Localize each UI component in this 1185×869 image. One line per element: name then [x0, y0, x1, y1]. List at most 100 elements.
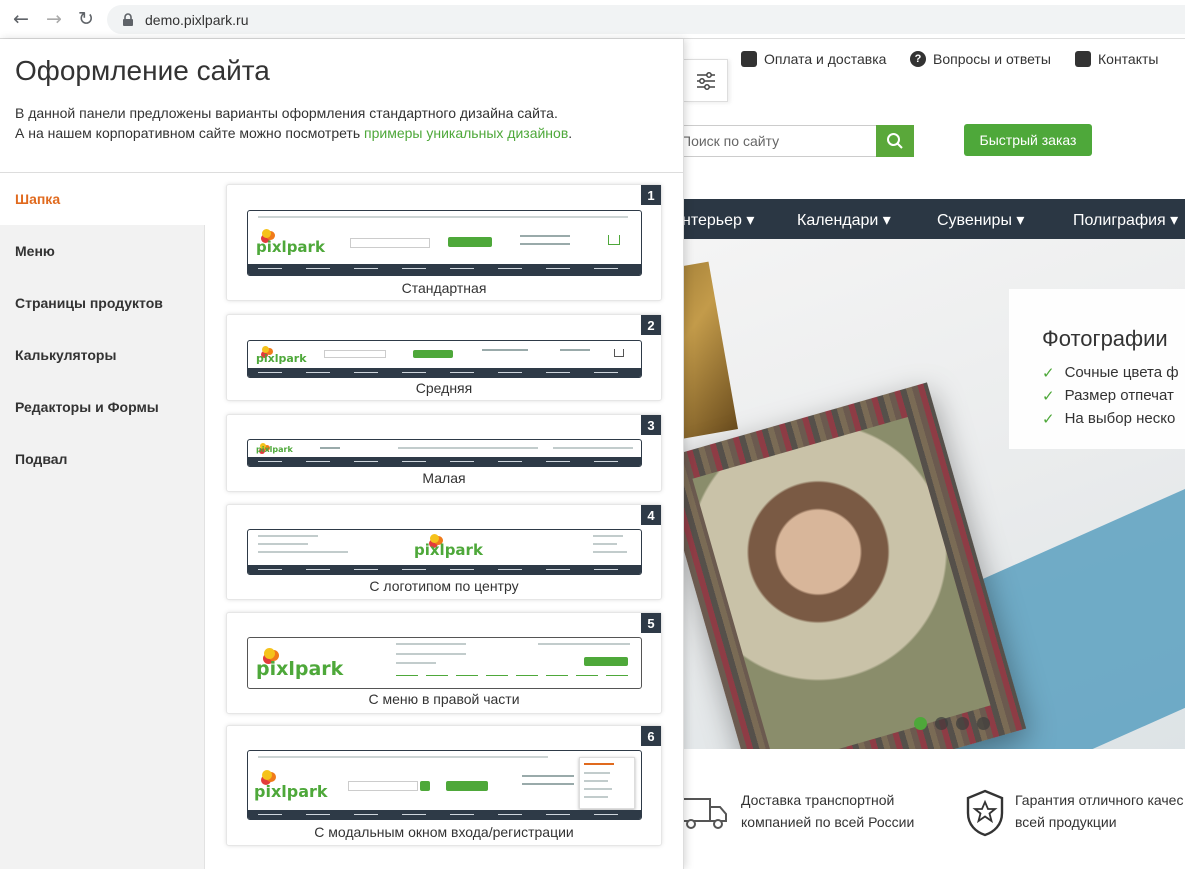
preview-button	[448, 237, 492, 247]
panel-desc-text: .	[568, 125, 573, 141]
preview-logo: pixlpark	[256, 445, 293, 454]
back-icon[interactable]: ←	[10, 8, 32, 30]
preview-icons	[320, 447, 340, 449]
sidebar-item-menu[interactable]: Меню	[0, 225, 205, 277]
logo-mark	[262, 770, 272, 780]
nav-item-label: нтерьер	[684, 212, 742, 229]
variant-preview: pixlpark	[247, 210, 642, 276]
sidebar-item-calculators[interactable]: Калькуляторы	[0, 329, 205, 381]
promo-item: ✓ Размер отпечат	[1042, 387, 1174, 405]
preview-phone	[522, 775, 574, 777]
website-background: Оплата и доставка ? Вопросы и ответы Кон…	[684, 39, 1185, 869]
panel-desc-line: А на нашем корпоративном сайте можно пос…	[15, 123, 665, 143]
preview-links	[560, 349, 590, 351]
preview-nav	[248, 368, 641, 377]
sliders-icon	[696, 71, 715, 90]
variant-label: Средняя	[415, 380, 473, 396]
top-link-label: Вопросы и ответы	[933, 51, 1051, 67]
top-link-contacts[interactable]: Контакты	[1075, 51, 1158, 67]
preview-links	[553, 447, 633, 449]
variant-preview: pixlpark	[247, 340, 642, 378]
search-icon	[887, 133, 903, 149]
preview-search	[350, 238, 430, 248]
preview-logo: pixlpark	[256, 658, 344, 680]
header-variant-card[interactable]: 1 pixlpark Стандартная	[226, 184, 662, 301]
sidebar-item-product-pages[interactable]: Страницы продуктов	[0, 277, 205, 329]
promo-item: ✓ Сочные цвета ф	[1042, 364, 1179, 382]
preview-phone	[520, 243, 570, 245]
nav-item-printing[interactable]: Полиграфия ▾	[1073, 210, 1178, 230]
preview-modal-title	[584, 763, 614, 765]
site-search-button[interactable]	[876, 125, 914, 157]
forward-icon[interactable]: →	[43, 8, 65, 30]
truck-icon	[684, 798, 727, 829]
preview-modal-line	[584, 796, 608, 798]
header-variant-card[interactable]: 4 pixlpark С логотипом по центру	[226, 504, 662, 600]
panel-desc-line: В данной панели предложены варианты офор…	[15, 105, 558, 121]
sidebar-item-header[interactable]: Шапка	[0, 173, 206, 225]
slider-dot[interactable]	[935, 717, 948, 730]
wooden-frame-image	[684, 261, 739, 447]
preview-search-button	[420, 781, 430, 791]
sidebar-item-editors-forms[interactable]: Редакторы и Формы	[0, 381, 205, 433]
feature-line: Гарантия отличного качес	[1015, 792, 1184, 808]
variant-label: Стандартная	[401, 280, 487, 296]
header-variant-card[interactable]: 6 pixlpark С модальным окном входа/регис…	[226, 725, 662, 846]
variant-preview: pixlpark	[247, 439, 642, 467]
address-bar[interactable]: demo.pixlpark.ru	[107, 5, 1185, 34]
feature-delivery: Доставка транспортной компанией по всей …	[741, 789, 914, 833]
slider-dot[interactable]	[956, 717, 969, 730]
slider-dots	[914, 717, 990, 730]
feature-line: компанией по всей России	[741, 814, 915, 830]
slider-dot[interactable]	[977, 717, 990, 730]
lock-icon	[123, 12, 133, 26]
nav-item-interior[interactable]: нтерьер ▾	[684, 210, 754, 230]
preview-links	[593, 551, 627, 553]
top-link-label: Оплата и доставка	[764, 51, 887, 67]
variant-number: 3	[641, 415, 661, 435]
header-variant-card[interactable]: 5 pixlpark С меню в правой части	[226, 612, 662, 714]
preview-logo: pixlpark	[414, 541, 483, 559]
site-main-nav: нтерьер ▾ Календари ▾ Сувениры ▾ Полигра…	[684, 199, 1185, 239]
nav-item-souvenirs[interactable]: Сувениры ▾	[937, 210, 1024, 230]
panel-description: В данной панели предложены варианты офор…	[15, 103, 665, 143]
question-icon: ?	[910, 51, 926, 67]
panel-title: Оформление сайта	[15, 55, 270, 86]
site-search-input[interactable]: Поиск по сайту	[684, 125, 876, 157]
preview-topbar	[258, 756, 548, 758]
header-variant-card[interactable]: 3 pixlpark Малая	[226, 414, 662, 492]
variant-label: С меню в правой части	[368, 691, 520, 707]
promo-item-text: Сочные цвета ф	[1064, 364, 1179, 381]
preview-phone	[520, 235, 570, 237]
unique-designs-link[interactable]: примеры уникальных дизайнов	[364, 125, 568, 141]
sidebar-item-footer[interactable]: Подвал	[0, 433, 205, 485]
promo-card: Фотографии ✓ Сочные цвета ф ✓ Размер отпеч…	[1009, 289, 1185, 449]
check-icon: ✓	[1042, 410, 1055, 428]
hero-slider: Фотографии ✓ Сочные цвета ф ✓ Размер отпеч…	[684, 239, 1185, 749]
top-link-label: Контакты	[1098, 51, 1159, 67]
preview-right-menu	[396, 675, 631, 676]
preview-address	[396, 643, 466, 645]
nav-item-calendars[interactable]: Календари ▾	[797, 210, 891, 230]
promo-item: ✓ На выбор неско	[1042, 410, 1175, 428]
variant-preview: pixlpark	[247, 529, 642, 575]
preview-phone	[522, 783, 574, 785]
header-variant-card[interactable]: 2 pixlpark Средняя	[226, 314, 662, 401]
reload-icon[interactable]: ↻	[75, 8, 97, 30]
top-link-payment[interactable]: Оплата и доставка	[741, 51, 886, 67]
top-link-faq[interactable]: ? Вопросы и ответы	[910, 51, 1051, 67]
preview-nav	[248, 565, 641, 574]
nav-item-label: Сувениры	[937, 212, 1012, 229]
check-icon: ✓	[1042, 364, 1055, 382]
design-panel-toggle[interactable]	[684, 59, 728, 102]
preview-button	[584, 657, 628, 666]
portrait-photo	[692, 417, 991, 749]
feature-line: всей продукции	[1015, 814, 1117, 830]
wallet-icon	[741, 51, 757, 67]
preview-phone	[258, 551, 348, 553]
quick-order-button[interactable]: Быстрый заказ	[964, 124, 1092, 156]
preview-modal-line	[584, 788, 612, 790]
preview-nav	[248, 264, 641, 275]
slider-dot[interactable]	[914, 717, 927, 730]
preview-email	[396, 662, 436, 664]
